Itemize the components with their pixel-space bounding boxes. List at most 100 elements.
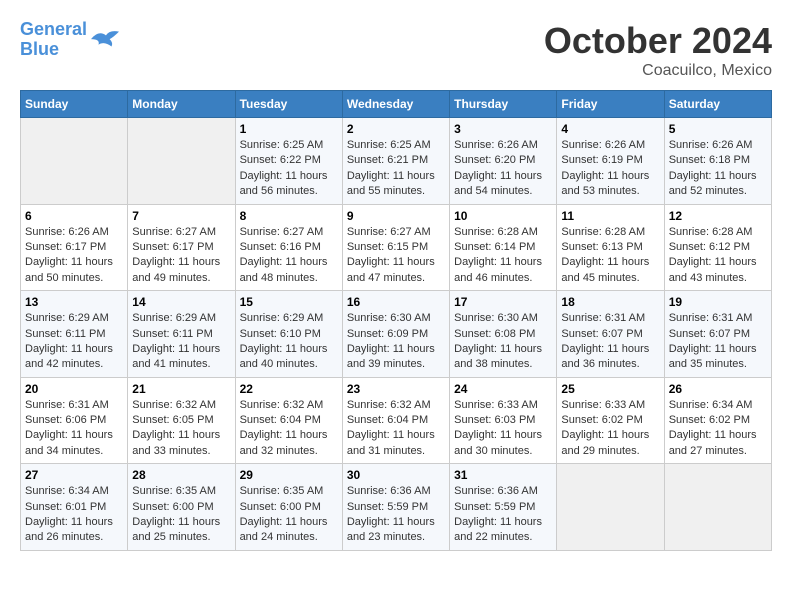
calendar-row-4: 27Sunrise: 6:34 AMSunset: 6:01 PMDayligh… (21, 464, 772, 551)
cell-info: Sunrise: 6:30 AMSunset: 6:08 PMDaylight:… (454, 311, 552, 373)
calendar-cell: 30 Sunrise: 6:36 AMSunset: 5:59 PMDayligh… (342, 464, 449, 551)
calendar-cell: 11 Sunrise: 6:28 AMSunset: 6:13 PMDayligh… (557, 204, 664, 291)
calendar-cell: 10Sunrise: 6:28 AMSunset: 6:14 PMDayligh… (450, 204, 557, 291)
calendar-cell: 20Sunrise: 6:31 AMSunset: 6:06 PMDayligh… (21, 377, 128, 464)
day-number: 8 (240, 209, 338, 223)
calendar-row-0: 1Sunrise: 6:25 AMSunset: 6:22 PMDaylight… (21, 118, 772, 205)
calendar-cell: 21 Sunrise: 6:32 AMSunset: 6:05 PMDayligh… (128, 377, 235, 464)
location: Coacuilco, Mexico (544, 62, 772, 80)
calendar-cell (664, 464, 771, 551)
cell-info: Sunrise: 6:25 AMSunset: 6:22 PMDaylight:… (240, 138, 338, 200)
calendar-cell: 13 Sunrise: 6:29 AMSunset: 6:11 PMDayligh… (21, 291, 128, 378)
day-number: 21 (132, 382, 230, 396)
day-number: 6 (25, 209, 123, 223)
logo: General Blue (20, 20, 119, 60)
cell-info: Sunrise: 6:29 AMSunset: 6:11 PMDaylight:… (25, 311, 123, 373)
cell-info: Sunrise: 6:28 AMSunset: 6:13 PMDaylight:… (561, 225, 659, 287)
calendar-cell: 31Sunrise: 6:36 AMSunset: 5:59 PMDayligh… (450, 464, 557, 551)
calendar-row-3: 20Sunrise: 6:31 AMSunset: 6:06 PMDayligh… (21, 377, 772, 464)
calendar-cell: 3 Sunrise: 6:26 AMSunset: 6:20 PMDaylight… (450, 118, 557, 205)
calendar-cell (128, 118, 235, 205)
cell-info: Sunrise: 6:36 AMSunset: 5:59 PMDaylight:… (347, 484, 445, 546)
day-number: 24 (454, 382, 552, 396)
day-number: 26 (669, 382, 767, 396)
cell-info: Sunrise: 6:27 AMSunset: 6:17 PMDaylight:… (132, 225, 230, 287)
calendar-cell: 26 Sunrise: 6:34 AMSunset: 6:02 PMDayligh… (664, 377, 771, 464)
calendar-row-1: 6Sunrise: 6:26 AMSunset: 6:17 PMDaylight… (21, 204, 772, 291)
cell-info: Sunrise: 6:33 AMSunset: 6:03 PMDaylight:… (454, 398, 552, 460)
weekday-header-thursday: Thursday (450, 91, 557, 118)
cell-info: Sunrise: 6:25 AMSunset: 6:21 PMDaylight:… (347, 138, 445, 200)
day-number: 14 (132, 295, 230, 309)
calendar-row-2: 13 Sunrise: 6:29 AMSunset: 6:11 PMDayligh… (21, 291, 772, 378)
cell-info: Sunrise: 6:29 AMSunset: 6:10 PMDaylight:… (240, 311, 338, 373)
calendar-cell: 28 Sunrise: 6:35 AMSunset: 6:00 PMDayligh… (128, 464, 235, 551)
weekday-header-sunday: Sunday (21, 91, 128, 118)
cell-info: Sunrise: 6:31 AMSunset: 6:07 PMDaylight:… (669, 311, 767, 373)
day-number: 22 (240, 382, 338, 396)
day-number: 10 (454, 209, 552, 223)
day-number: 20 (25, 382, 123, 396)
logo-blue: Blue (20, 39, 59, 59)
calendar-cell: 14 Sunrise: 6:29 AMSunset: 6:11 PMDayligh… (128, 291, 235, 378)
cell-info: Sunrise: 6:31 AMSunset: 6:07 PMDaylight:… (561, 311, 659, 373)
cell-info: Sunrise: 6:32 AMSunset: 6:04 PMDaylight:… (240, 398, 338, 460)
day-number: 2 (347, 122, 445, 136)
calendar-cell: 29Sunrise: 6:35 AMSunset: 6:00 PMDayligh… (235, 464, 342, 551)
cell-info: Sunrise: 6:32 AMSunset: 6:04 PMDaylight:… (347, 398, 445, 460)
weekday-header-saturday: Saturday (664, 91, 771, 118)
calendar-table: SundayMondayTuesdayWednesdayThursdayFrid… (20, 90, 772, 551)
logo-general: General (20, 19, 87, 39)
weekday-header-tuesday: Tuesday (235, 91, 342, 118)
cell-info: Sunrise: 6:33 AMSunset: 6:02 PMDaylight:… (561, 398, 659, 460)
calendar-cell: 17Sunrise: 6:30 AMSunset: 6:08 PMDayligh… (450, 291, 557, 378)
month-title: October 2024 (544, 20, 772, 62)
weekday-header-row: SundayMondayTuesdayWednesdayThursdayFrid… (21, 91, 772, 118)
calendar-cell: 25Sunrise: 6:33 AMSunset: 6:02 PMDayligh… (557, 377, 664, 464)
calendar-cell: 8Sunrise: 6:27 AMSunset: 6:16 PMDaylight… (235, 204, 342, 291)
day-number: 30 (347, 468, 445, 482)
cell-info: Sunrise: 6:30 AMSunset: 6:09 PMDaylight:… (347, 311, 445, 373)
cell-info: Sunrise: 6:29 AMSunset: 6:11 PMDaylight:… (132, 311, 230, 373)
calendar-cell: 22 Sunrise: 6:32 AMSunset: 6:04 PMDayligh… (235, 377, 342, 464)
day-number: 27 (25, 468, 123, 482)
calendar-cell: 1Sunrise: 6:25 AMSunset: 6:22 PMDaylight… (235, 118, 342, 205)
weekday-header-wednesday: Wednesday (342, 91, 449, 118)
calendar-cell: 9 Sunrise: 6:27 AMSunset: 6:15 PMDaylight… (342, 204, 449, 291)
cell-info: Sunrise: 6:27 AMSunset: 6:15 PMDaylight:… (347, 225, 445, 287)
day-number: 29 (240, 468, 338, 482)
cell-info: Sunrise: 6:26 AMSunset: 6:19 PMDaylight:… (561, 138, 659, 200)
cell-info: Sunrise: 6:26 AMSunset: 6:18 PMDaylight:… (669, 138, 767, 200)
calendar-cell: 6Sunrise: 6:26 AMSunset: 6:17 PMDaylight… (21, 204, 128, 291)
weekday-header-friday: Friday (557, 91, 664, 118)
calendar-cell: 27Sunrise: 6:34 AMSunset: 6:01 PMDayligh… (21, 464, 128, 551)
calendar-cell: 15Sunrise: 6:29 AMSunset: 6:10 PMDayligh… (235, 291, 342, 378)
day-number: 16 (347, 295, 445, 309)
day-number: 13 (25, 295, 123, 309)
logo-bird-icon (91, 29, 119, 51)
day-number: 3 (454, 122, 552, 136)
day-number: 9 (347, 209, 445, 223)
calendar-cell: 4 Sunrise: 6:26 AMSunset: 6:19 PMDaylight… (557, 118, 664, 205)
calendar-cell: 18 Sunrise: 6:31 AMSunset: 6:07 PMDayligh… (557, 291, 664, 378)
page-header: General Blue October 2024 Coacuilco, Mex… (20, 20, 772, 80)
day-number: 4 (561, 122, 659, 136)
day-number: 18 (561, 295, 659, 309)
day-number: 28 (132, 468, 230, 482)
cell-info: Sunrise: 6:32 AMSunset: 6:05 PMDaylight:… (132, 398, 230, 460)
calendar-cell: 7 Sunrise: 6:27 AMSunset: 6:17 PMDaylight… (128, 204, 235, 291)
day-number: 5 (669, 122, 767, 136)
day-number: 11 (561, 209, 659, 223)
cell-info: Sunrise: 6:34 AMSunset: 6:02 PMDaylight:… (669, 398, 767, 460)
calendar-cell: 16 Sunrise: 6:30 AMSunset: 6:09 PMDayligh… (342, 291, 449, 378)
cell-info: Sunrise: 6:26 AMSunset: 6:20 PMDaylight:… (454, 138, 552, 200)
calendar-cell: 23Sunrise: 6:32 AMSunset: 6:04 PMDayligh… (342, 377, 449, 464)
logo-text: General Blue (20, 20, 87, 60)
day-number: 31 (454, 468, 552, 482)
cell-info: Sunrise: 6:35 AMSunset: 6:00 PMDaylight:… (132, 484, 230, 546)
day-number: 19 (669, 295, 767, 309)
calendar-cell (21, 118, 128, 205)
cell-info: Sunrise: 6:28 AMSunset: 6:12 PMDaylight:… (669, 225, 767, 287)
day-number: 7 (132, 209, 230, 223)
calendar-cell: 24 Sunrise: 6:33 AMSunset: 6:03 PMDayligh… (450, 377, 557, 464)
